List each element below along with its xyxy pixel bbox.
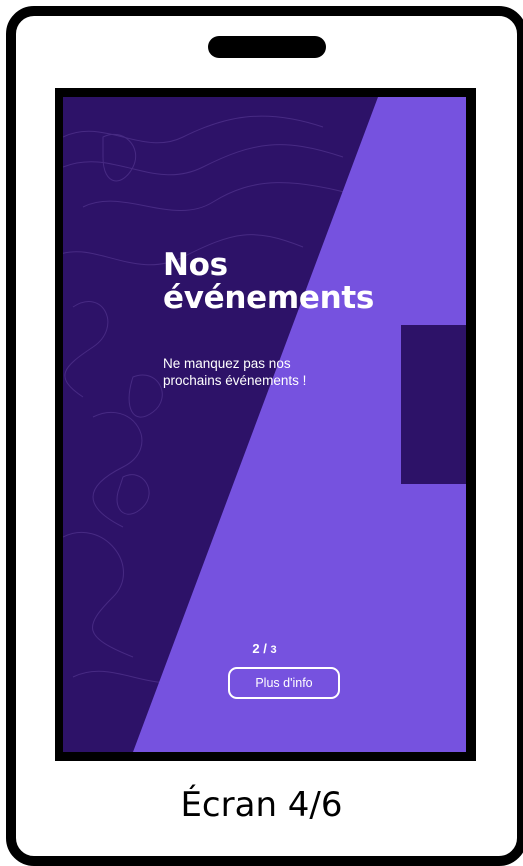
page-indicator-separator: / [259,641,271,656]
page-indicator-total: 3 [270,644,277,656]
more-info-button[interactable]: Plus d'info [228,667,340,699]
page-subtitle-line-1: Ne manquez pas nos [163,356,291,371]
page-title-line-1: Nos [163,247,228,283]
app-screen: Nos événements Ne manquez pas nos procha… [63,97,466,752]
screen-caption: Écran 4/6 [180,785,343,825]
page-subtitle-line-2: prochains événements ! [163,373,307,388]
page-indicator-current: 2 [252,641,260,656]
speaker-slot [208,36,326,58]
page-indicator: 2 / 3 [63,641,466,656]
page-subtitle: Ne manquez pas nos prochains événements … [163,355,383,389]
page-title: Nos événements [163,249,374,315]
page-title-line-2: événements [163,280,375,316]
